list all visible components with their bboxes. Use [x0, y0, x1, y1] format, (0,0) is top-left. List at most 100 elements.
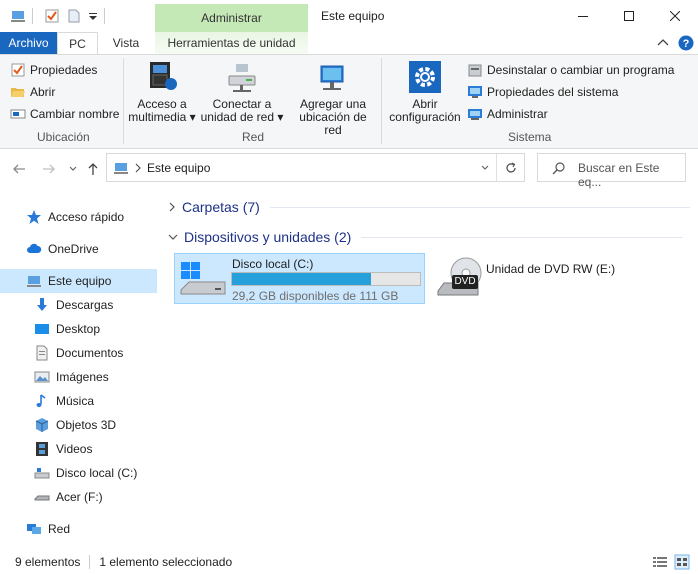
help-icon[interactable]: ? — [678, 35, 694, 51]
nav-item-disco-local-c[interactable]: Disco local (C:) — [0, 461, 157, 485]
status-item-count: 9 elementos — [15, 555, 81, 569]
nav-label: Disco local (C:) — [56, 466, 138, 480]
group-title: Dispositivos y unidades (2) — [184, 229, 352, 245]
nav-item-musica[interactable]: Música — [0, 389, 157, 413]
nav-label: Documentos — [56, 346, 124, 360]
acceso-multimedia-button[interactable]: Acceso a multimedia ▾ — [128, 58, 196, 124]
close-button[interactable] — [652, 0, 698, 32]
back-button[interactable] — [10, 160, 28, 178]
tab-herramientas-de-unidad[interactable]: Herramientas de unidad — [155, 32, 308, 55]
nav-label: Acceso rápido — [48, 210, 125, 224]
tab-vista[interactable]: Vista — [98, 32, 154, 55]
music-note-icon — [34, 393, 50, 409]
tiles-view-icon[interactable] — [674, 554, 690, 570]
conectar-unidad-red-button[interactable]: Conectar a unidad de red ▾ — [199, 58, 285, 124]
minimize-button[interactable] — [560, 0, 606, 32]
search-icon — [552, 161, 566, 175]
network-icon — [26, 521, 42, 537]
conectar-line2: unidad de red ▾ — [200, 110, 284, 124]
refresh-button[interactable] — [497, 154, 525, 181]
up-button[interactable] — [84, 160, 102, 178]
abrir-button[interactable]: Abrir — [10, 82, 55, 102]
details-view-icon[interactable] — [652, 554, 668, 570]
breadcrumb-este-equipo[interactable]: Este equipo — [147, 161, 210, 175]
nav-item-acer-f[interactable]: Acer (F:) — [0, 485, 157, 509]
nav-item-desktop[interactable]: Desktop — [0, 317, 157, 341]
removable-drive-icon — [34, 489, 50, 505]
nav-item-red[interactable]: Red — [0, 517, 157, 541]
agregar-ubicacion-red-button[interactable]: Agregar una ubicación de red — [290, 58, 376, 137]
tab-archivo[interactable]: Archivo — [0, 32, 57, 55]
chevron-right-icon — [168, 201, 176, 213]
forward-button[interactable] — [40, 160, 58, 178]
nav-item-este-equipo[interactable]: Este equipo — [0, 269, 157, 293]
propiedades-label: Propiedades — [30, 63, 98, 77]
open-folder-icon — [10, 84, 26, 100]
nav-label: Videos — [56, 442, 93, 456]
computer-management-icon — [467, 106, 483, 122]
cloud-icon — [26, 241, 42, 257]
ribbon-tabs: Archivo PC Vista Herramientas de unidad … — [0, 32, 698, 55]
group-header-carpetas[interactable]: Carpetas (7) — [168, 199, 690, 215]
dvd-badge: DVD — [452, 275, 478, 289]
drive-usage-bar — [231, 272, 421, 286]
drive-tile-c[interactable]: Disco local (C:) 29,2 GB disponibles de … — [174, 253, 425, 304]
recent-locations-button[interactable] — [64, 160, 82, 178]
tab-pc[interactable]: PC — [57, 32, 98, 55]
collapse-ribbon-icon[interactable] — [656, 36, 670, 50]
chevron-down-icon — [168, 231, 178, 243]
svg-text:?: ? — [683, 38, 690, 50]
properties-icon — [10, 62, 26, 78]
nav-label: Música — [56, 394, 95, 408]
group-label-sistema: Sistema — [508, 130, 552, 144]
address-bar[interactable]: Este equipo — [106, 153, 525, 182]
abrir-label: Abrir — [30, 85, 56, 99]
address-dropdown-button[interactable] — [475, 154, 495, 181]
nav-item-descargas[interactable]: Descargas — [0, 293, 157, 317]
window-title: Este equipo — [321, 9, 385, 23]
nav-item-documentos[interactable]: Documentos — [0, 341, 157, 365]
cambiar-nombre-label: Cambiar nombre — [30, 107, 120, 121]
administrar-button[interactable]: Administrar — [467, 104, 548, 124]
group-divider — [269, 206, 690, 208]
acceso-line2: multimedia ▾ — [128, 110, 196, 124]
nav-item-imagenes[interactable]: Imágenes — [0, 365, 157, 389]
drive-tile-dvd[interactable]: DVD Unidad de DVD RW (E:) — [432, 253, 682, 304]
pictures-icon — [34, 369, 50, 385]
agregar-line2: ubicación de red — [299, 110, 367, 137]
nav-item-objetos-3d[interactable]: Objetos 3D — [0, 413, 157, 437]
search-box[interactable]: Buscar en Este eq... — [537, 153, 686, 189]
windows-drive-icon — [179, 260, 227, 300]
nav-label: Desktop — [56, 322, 101, 336]
properties-check-icon[interactable] — [44, 8, 60, 24]
rename-icon — [10, 106, 26, 122]
breadcrumb-chevron-icon[interactable] — [134, 161, 144, 175]
cambiar-nombre-button[interactable]: Cambiar nombre — [10, 104, 119, 124]
group-header-dispositivos[interactable]: Dispositivos y unidades (2) — [168, 229, 684, 245]
nav-item-videos[interactable]: Videos — [0, 437, 157, 461]
drive-icon — [34, 465, 50, 481]
add-network-location-icon — [317, 60, 349, 94]
nav-item-acceso-rapido[interactable]: Acceso rápido — [0, 205, 157, 229]
propiedades-sistema-button[interactable]: Propiedades del sistema — [467, 82, 618, 102]
customize-qat-icon[interactable] — [86, 8, 102, 24]
video-film-icon — [34, 441, 50, 457]
maximize-button[interactable] — [606, 0, 652, 32]
map-network-drive-icon — [226, 60, 258, 94]
nav-label: Descargas — [56, 298, 114, 312]
nav-label: Imágenes — [56, 370, 109, 384]
system-properties-icon — [467, 84, 483, 100]
abrir-configuracion-button[interactable]: Abrir configuración — [386, 58, 464, 124]
nav-label: Acer (F:) — [56, 490, 103, 504]
status-selected: 1 elemento seleccionado — [99, 555, 233, 569]
computer-icon — [26, 273, 42, 289]
star-icon — [26, 209, 42, 225]
download-arrow-icon — [34, 297, 50, 313]
desinstalar-programa-button[interactable]: Desinstalar o cambiar un programa — [467, 60, 674, 80]
computer-icon[interactable] — [10, 8, 26, 24]
group-divider — [361, 236, 684, 238]
drive-name: Unidad de DVD RW (E:) — [486, 262, 616, 276]
new-folder-icon[interactable] — [66, 8, 82, 24]
nav-item-onedrive[interactable]: OneDrive — [0, 237, 157, 261]
propiedades-button[interactable]: Propiedades — [10, 60, 97, 80]
